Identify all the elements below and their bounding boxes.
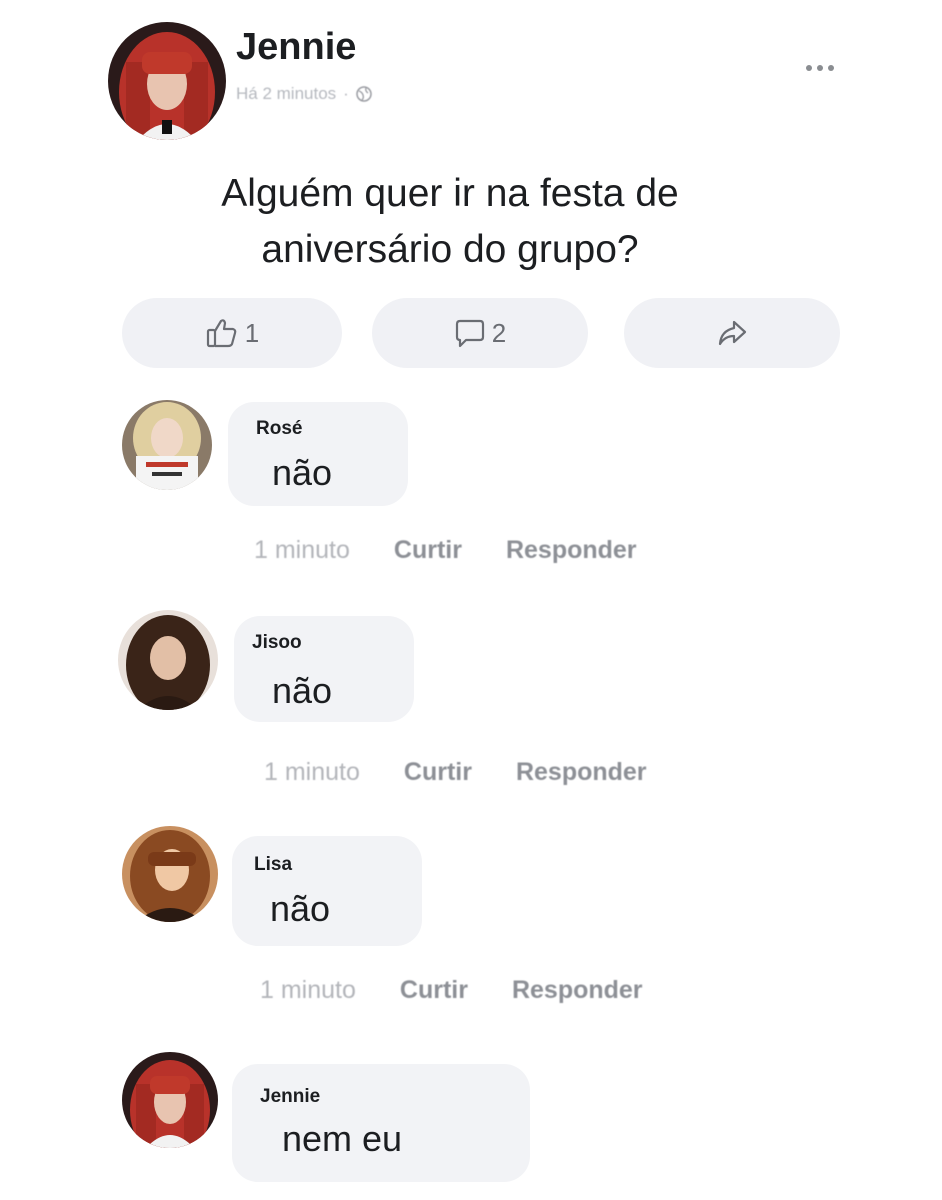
comment-icon [454, 317, 486, 349]
comment-text: não [272, 670, 333, 711]
comment-avatar[interactable] [122, 400, 212, 490]
like-comment-button[interactable]: Curtir [394, 536, 462, 565]
like-count: 1 [244, 317, 260, 348]
comment-author[interactable]: Jisoo [252, 632, 302, 654]
comment-actions: 1 minuto Curtir Responder [260, 976, 643, 1005]
post-text: Alguém quer ir na festa de aniversário d… [221, 172, 679, 271]
comment-avatar[interactable] [118, 610, 218, 710]
share-icon [716, 317, 748, 349]
post-meta: Há 2 minutos · [236, 84, 372, 104]
comment-text: não [270, 888, 331, 929]
comment-text: não [272, 452, 333, 493]
comment-time: 1 minuto [264, 758, 360, 786]
comment-author[interactable]: Jennie [260, 1086, 320, 1108]
post-time[interactable]: Há 2 minutos [236, 84, 336, 104]
reply-button[interactable]: Responder [512, 976, 643, 1005]
facebook-post-screen: Jennie Há 2 minutos · Alguém quer ir na … [0, 0, 942, 1200]
comment-button[interactable]: 2 [372, 298, 588, 368]
like-comment-button[interactable]: Curtir [400, 976, 468, 1005]
reply-button[interactable]: Responder [506, 536, 637, 565]
comment-count: 2 [491, 317, 507, 348]
comment-actions: 1 minuto Curtir Responder [264, 758, 647, 787]
globe-icon [356, 86, 372, 102]
comment-time: 1 minuto [254, 536, 350, 564]
comment-author[interactable]: Lisa [254, 854, 292, 876]
comment-actions: 1 minuto Curtir Responder [254, 536, 637, 565]
comment-time: 1 minuto [260, 976, 356, 1004]
comment-avatar[interactable] [122, 826, 218, 922]
reply-button[interactable]: Responder [516, 758, 647, 787]
author-avatar[interactable] [108, 22, 226, 140]
like-button[interactable]: 1 [122, 298, 342, 368]
author-name[interactable]: Jennie [236, 26, 356, 69]
more-horizontal-icon[interactable] [796, 56, 844, 80]
meta-separator: · [343, 84, 349, 103]
comment-author[interactable]: Rosé [256, 418, 302, 440]
comment-text: nem eu [282, 1118, 403, 1159]
comment-avatar[interactable] [122, 1052, 218, 1148]
share-button[interactable] [624, 298, 840, 368]
thumbs-up-icon [205, 316, 239, 350]
like-comment-button[interactable]: Curtir [404, 758, 472, 787]
